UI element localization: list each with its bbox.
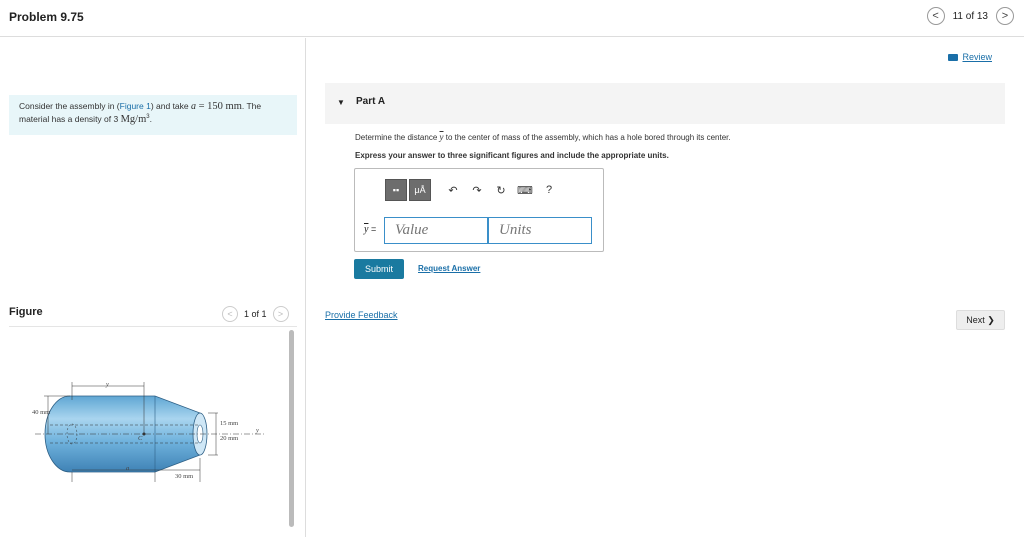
problem-statement: Consider the assembly in (Figure 1) and … bbox=[9, 95, 297, 135]
help-icon[interactable]: ? bbox=[537, 179, 561, 201]
assembly-figure: y C 40 mm 15 mm 20 mm y a 30 mm bbox=[32, 381, 265, 482]
request-answer-link[interactable]: Request Answer bbox=[418, 264, 480, 273]
figure-next-button[interactable]: > bbox=[272, 306, 289, 322]
ybar-label: y bbox=[105, 381, 109, 388]
input-label: y = bbox=[364, 224, 376, 235]
y-axis-label: y bbox=[255, 427, 259, 434]
reset-icon[interactable]: ↻ bbox=[489, 179, 513, 201]
problem-text: . bbox=[149, 113, 152, 124]
keyboard-icon[interactable]: ⌨ bbox=[513, 179, 537, 201]
problem-text: ) and take bbox=[150, 101, 191, 111]
figure-page-count: 1 of 1 bbox=[244, 309, 267, 319]
problem-counter: 11 of 13 bbox=[952, 10, 988, 22]
answer-box: ▪▪ μÅ ↶ ↷ ↻ ⌨ ? y = bbox=[354, 168, 604, 252]
book-icon bbox=[948, 53, 959, 61]
centroid-point bbox=[142, 432, 146, 436]
dim-30mm: 30 mm bbox=[175, 473, 193, 480]
value-input[interactable] bbox=[384, 217, 488, 244]
centroid-label: C bbox=[138, 435, 143, 442]
previous-problem-button[interactable]: < bbox=[926, 7, 945, 25]
figure-heading: Figure bbox=[9, 306, 43, 318]
submit-button[interactable]: Submit bbox=[354, 259, 404, 279]
question-text-part: to the center of mass of the assembly, w… bbox=[443, 133, 731, 142]
density-unit: Mg/m bbox=[120, 113, 147, 125]
collapse-triangle-icon[interactable]: ▼ bbox=[337, 98, 345, 107]
provide-feedback-link[interactable]: Provide Feedback bbox=[325, 310, 398, 320]
top-bar: Problem 9.75 < 11 of 13 > bbox=[0, 0, 1024, 37]
review-label: Review bbox=[962, 52, 992, 62]
units-button[interactable]: μÅ bbox=[409, 179, 431, 201]
page-title: Problem 9.75 bbox=[9, 10, 84, 24]
a-value: = 150 mm bbox=[196, 101, 242, 112]
problem-navigation: < 11 of 13 > bbox=[926, 7, 1014, 25]
templates-button[interactable]: ▪▪ bbox=[385, 179, 407, 201]
dim-40mm: 40 mm bbox=[32, 409, 50, 416]
question-text: Determine the distance y to the center o… bbox=[355, 132, 731, 142]
units-input[interactable] bbox=[488, 217, 592, 244]
part-a-label: Part A bbox=[356, 96, 386, 107]
question-text-part: Determine the distance bbox=[355, 133, 440, 142]
figure-prev-button[interactable]: < bbox=[222, 306, 238, 322]
part-a-header[interactable]: ▼ Part A bbox=[325, 83, 1005, 124]
dim-20mm: 20 mm bbox=[220, 435, 238, 442]
next-button[interactable]: Next ❯ bbox=[956, 310, 1005, 330]
figure-divider bbox=[9, 326, 297, 327]
figure-pager: < 1 of 1 > bbox=[222, 306, 289, 322]
figure-link[interactable]: Figure 1 bbox=[120, 101, 151, 111]
equals-sign: = bbox=[368, 224, 377, 234]
math-toolbar: ▪▪ μÅ ↶ ↷ ↻ ⌨ ? bbox=[385, 179, 561, 201]
column-divider bbox=[305, 38, 306, 537]
undo-icon[interactable]: ↶ bbox=[441, 179, 465, 201]
dim-a: a bbox=[126, 465, 129, 472]
dim-15mm: 15 mm bbox=[220, 420, 238, 427]
redo-icon[interactable]: ↷ bbox=[465, 179, 489, 201]
review-link[interactable]: Review bbox=[948, 52, 992, 62]
figure-scrollbar[interactable] bbox=[289, 330, 294, 527]
problem-text: Consider the assembly in ( bbox=[19, 101, 120, 111]
next-problem-button[interactable]: > bbox=[996, 7, 1014, 25]
instruction-text: Express your answer to three significant… bbox=[355, 151, 669, 160]
